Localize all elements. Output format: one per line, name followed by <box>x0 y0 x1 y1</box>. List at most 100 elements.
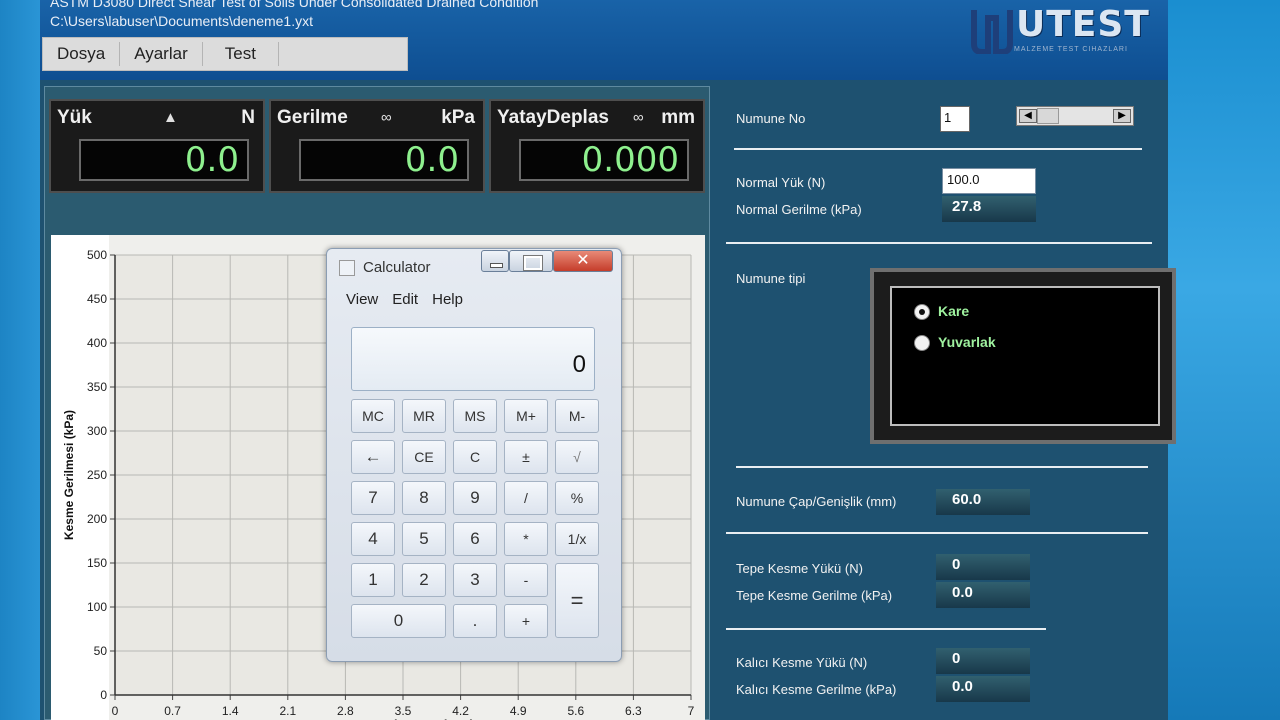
key-8[interactable]: 8 <box>402 481 446 515</box>
scroll-right-icon[interactable]: ▶ <box>1113 109 1131 123</box>
calculator-app-icon <box>339 260 355 276</box>
key-m-minus[interactable]: M- <box>555 399 599 433</box>
key-5[interactable]: 5 <box>402 522 446 556</box>
key-4[interactable]: 4 <box>351 522 395 556</box>
calc-menu-help[interactable]: Help <box>425 287 470 313</box>
numune-no-scrollbar[interactable]: ◀ ▶ <box>1016 106 1134 126</box>
key-6[interactable]: 6 <box>453 522 497 556</box>
gauge-yuk: Yük ▲ N 0.0 <box>49 99 265 193</box>
key-7[interactable]: 7 <box>351 481 395 515</box>
y-tick-label: 150 <box>87 556 107 570</box>
numune-no-input[interactable]: 1 <box>940 106 970 132</box>
minimize-button[interactable] <box>481 250 509 272</box>
file-path: C:\Users\labuser\Documents\deneme1.yxt <box>50 13 313 29</box>
key-9[interactable]: 9 <box>453 481 497 515</box>
key-0[interactable]: 0 <box>351 604 446 638</box>
key-sqrt[interactable]: √ <box>555 440 599 474</box>
key-divide[interactable]: / <box>504 481 548 515</box>
divider <box>726 628 1046 630</box>
weight-icon: ▲ <box>163 109 178 126</box>
scroll-left-icon[interactable]: ◀ <box>1019 109 1037 123</box>
key-c[interactable]: C <box>453 440 497 474</box>
utest-logo-icon <box>971 10 1013 55</box>
logo-text: UTEST <box>1016 4 1150 45</box>
key-add[interactable]: + <box>504 604 548 638</box>
calculator-display: 0 <box>351 327 595 391</box>
menu-dosya[interactable]: Dosya <box>43 42 121 66</box>
x-tick-label: 6.3 <box>625 704 642 718</box>
key-multiply[interactable]: * <box>504 522 548 556</box>
divider <box>726 242 1152 244</box>
close-button[interactable]: ✕ <box>553 250 613 272</box>
desktop-right <box>1168 0 1280 720</box>
key-m-plus[interactable]: M+ <box>504 399 548 433</box>
x-tick-label: 2.8 <box>337 704 354 718</box>
gauge-gerilme-value: 0.0 <box>299 139 469 181</box>
radio-yuvarlak-label[interactable]: Yuvarlak <box>938 334 996 350</box>
key-decimal[interactable]: . <box>453 604 497 638</box>
y-tick-label: 250 <box>87 468 107 482</box>
desktop-left <box>0 0 40 720</box>
key-reciprocal[interactable]: 1/x <box>555 522 599 556</box>
calculator-window[interactable]: Calculator ✕ View Edit Help 0 MC MR MS M… <box>326 248 622 662</box>
gauge-gerilme: Gerilme ∞ kPa 0.0 <box>269 99 485 193</box>
key-ms[interactable]: MS <box>453 399 497 433</box>
menu-bar: Dosya Ayarlar Test <box>42 37 408 71</box>
gauge-yuk-value: 0.0 <box>79 139 249 181</box>
scroll-thumb[interactable] <box>1037 108 1059 124</box>
tepe-gerilme-value: 0.0 <box>936 582 1030 608</box>
radio-kare[interactable] <box>914 304 930 320</box>
gauge-yataydeplas-value: 0.000 <box>519 139 689 181</box>
utest-logo: UTEST MALZEME TEST CIHAZLARI <box>968 4 1158 58</box>
gauge-yuk-label: Yük <box>57 107 92 128</box>
x-tick-label: 1.4 <box>222 704 239 718</box>
x-tick-label: 4.9 <box>510 704 527 718</box>
gauge-yuk-unit: N <box>241 107 255 128</box>
divider <box>734 148 1142 150</box>
key-equals[interactable]: = <box>555 563 599 638</box>
tepe-gerilme-label: Tepe Kesme Gerilme (kPa) <box>736 588 893 603</box>
key-ce[interactable]: CE <box>402 440 446 474</box>
numune-no-label: Numune No <box>736 111 806 126</box>
y-axis-label: Kesme Gerilmesi (kPa) <box>62 410 76 540</box>
key-subtract[interactable]: - <box>504 563 548 597</box>
radio-kare-label[interactable]: Kare <box>938 303 969 319</box>
numune-tipi-box: Kare Yuvarlak <box>890 286 1160 426</box>
link-icon: ∞ <box>381 109 392 126</box>
key-2[interactable]: 2 <box>402 563 446 597</box>
x-tick-label: 0.7 <box>164 704 181 718</box>
key-plus-minus[interactable]: ± <box>504 440 548 474</box>
key-mc[interactable]: MC <box>351 399 395 433</box>
normal-yuk-input[interactable]: 100.0 <box>942 168 1036 194</box>
maximize-button[interactable] <box>509 250 553 272</box>
cap-input[interactable]: 60.0 <box>936 489 1030 515</box>
divider <box>736 466 1148 468</box>
kalici-gerilme-label: Kalıcı Kesme Gerilme (kPa) <box>736 682 897 697</box>
calc-menu-view[interactable]: View <box>339 287 385 313</box>
gauge-yataydeplas: YatayDeplas ∞ mm 0.000 <box>489 99 705 193</box>
kalici-yuk-label: Kalıcı Kesme Yükü (N) <box>736 655 868 670</box>
window-title: ASTM D3080 Direct Shear Test of Soils Un… <box>50 0 539 10</box>
key-mr[interactable]: MR <box>402 399 446 433</box>
gauge-gerilme-unit: kPa <box>441 107 475 128</box>
key-backspace[interactable]: ← <box>351 440 395 474</box>
gauge-gerilme-label: Gerilme <box>277 107 348 128</box>
divider <box>726 532 1148 534</box>
x-tick-label: 2.1 <box>279 704 296 718</box>
key-1[interactable]: 1 <box>351 563 395 597</box>
calc-menu-edit[interactable]: Edit <box>385 287 425 313</box>
y-tick-label: 450 <box>87 292 107 306</box>
menu-ayarlar[interactable]: Ayarlar <box>120 42 203 66</box>
calculator-title: Calculator <box>363 259 431 276</box>
y-tick-label: 100 <box>87 600 107 614</box>
radio-yuvarlak[interactable] <box>914 335 930 351</box>
numune-tipi-group: Kare Yuvarlak <box>870 268 1176 444</box>
menu-test[interactable]: Test <box>203 42 279 66</box>
y-tick-label: 400 <box>87 336 107 350</box>
key-3[interactable]: 3 <box>453 563 497 597</box>
key-percent[interactable]: % <box>555 481 599 515</box>
y-tick-label: 500 <box>87 248 107 262</box>
y-tick-label: 0 <box>100 688 107 702</box>
x-tick-label: 5.6 <box>567 704 584 718</box>
y-tick-label: 350 <box>87 380 107 394</box>
